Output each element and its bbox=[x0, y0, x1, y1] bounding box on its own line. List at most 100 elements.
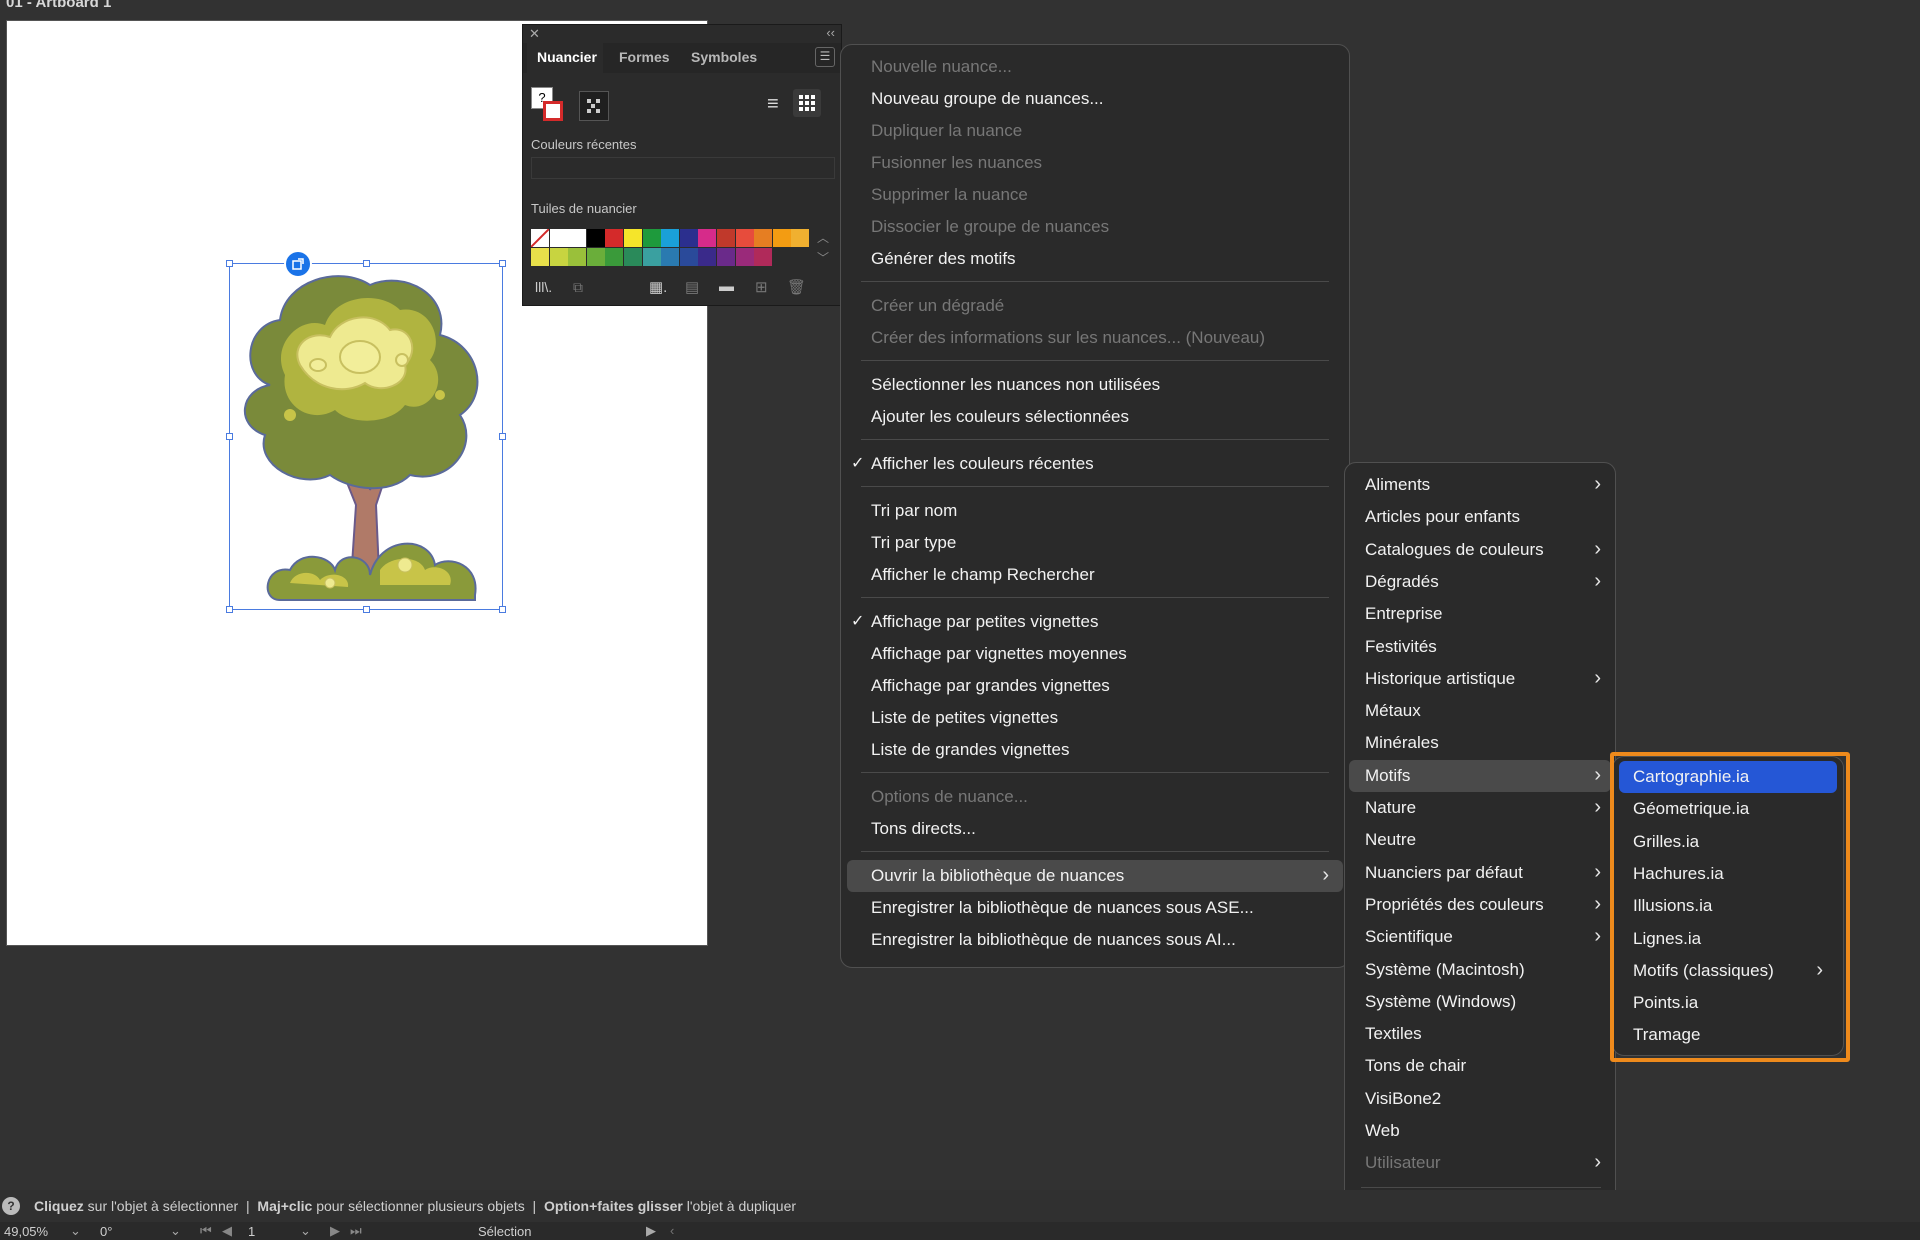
swatch-tile[interactable] bbox=[624, 229, 642, 247]
menu-item-systeme-macintosh[interactable]: Système (Macintosh) bbox=[1345, 954, 1615, 986]
swatch-tile[interactable] bbox=[549, 248, 568, 266]
swatch-none[interactable] bbox=[530, 228, 550, 248]
swatch-tile[interactable] bbox=[661, 229, 680, 247]
new-group-folder-icon[interactable]: ▬ bbox=[719, 278, 734, 295]
menu-item-nouveau-groupe-de-nuances[interactable]: Nouveau groupe de nuances... bbox=[841, 83, 1349, 115]
menu-item-scientifique[interactable]: Scientifique › bbox=[1345, 921, 1615, 953]
resize-handle[interactable] bbox=[363, 606, 370, 613]
menu-item-affichage-par-vignettes-moyennes[interactable]: Affichage par vignettes moyennes bbox=[841, 638, 1349, 670]
menu-item-articles-pour-enfants[interactable]: Articles pour enfants bbox=[1345, 501, 1615, 533]
menu-item-neutre[interactable]: Neutre bbox=[1345, 824, 1615, 856]
prev-artboard-icon[interactable]: ◀ bbox=[222, 1223, 232, 1239]
first-artboard-icon[interactable]: ⏮ bbox=[200, 1223, 212, 1239]
swatch-tile[interactable] bbox=[661, 248, 680, 266]
resize-handle[interactable] bbox=[226, 260, 233, 267]
resize-handle[interactable] bbox=[226, 433, 233, 440]
swatch-tile[interactable] bbox=[642, 229, 661, 247]
swatch-tile[interactable] bbox=[586, 248, 605, 266]
swatch-tile[interactable] bbox=[642, 248, 661, 266]
menu-item-proprietes-des-couleurs[interactable]: Propriétés des couleurs › bbox=[1345, 889, 1615, 921]
swatch-tile[interactable] bbox=[624, 248, 642, 266]
menu-item-afficher-les-couleurs-recentes[interactable]: ✓ Afficher les couleurs récentes bbox=[841, 448, 1349, 480]
menu-item-historique-artistique[interactable]: Historique artistique › bbox=[1345, 663, 1615, 695]
menu-item-degrades[interactable]: Dégradés › bbox=[1345, 566, 1615, 598]
swatch-tile[interactable] bbox=[531, 248, 549, 266]
menu-item-metaux[interactable]: Métaux bbox=[1345, 695, 1615, 727]
resize-handle[interactable] bbox=[499, 260, 506, 267]
zoom-field[interactable]: 49,05% bbox=[4, 1224, 48, 1239]
grid-view-icon[interactable] bbox=[793, 89, 821, 117]
menu-item-visibone2[interactable]: VisiBone2 bbox=[1345, 1083, 1615, 1115]
swatch-tile[interactable] bbox=[568, 248, 587, 266]
scroll-up-icon[interactable]: ︿ bbox=[817, 229, 829, 246]
collapse-icon[interactable]: ‹‹ bbox=[826, 25, 835, 40]
tab-formes[interactable]: Formes bbox=[619, 49, 670, 65]
menu-item-nature[interactable]: Nature › bbox=[1345, 792, 1615, 824]
swatch-tile[interactable] bbox=[698, 229, 717, 247]
swatch-tile[interactable] bbox=[549, 229, 568, 247]
artboard-number-field[interactable]: 1 bbox=[248, 1224, 255, 1239]
swatch-library-icon[interactable]: lll\. bbox=[535, 279, 552, 295]
menu-item-systeme-windows[interactable]: Système (Windows) bbox=[1345, 986, 1615, 1018]
swatch-tile[interactable] bbox=[568, 229, 587, 247]
panel-menu-icon[interactable]: ☰ bbox=[815, 47, 835, 67]
menu-item-afficher-le-champ-rechercher[interactable]: Afficher le champ Rechercher bbox=[841, 559, 1349, 591]
tool-menu-arrow-icon[interactable]: ▶ bbox=[646, 1223, 656, 1239]
swatch-tile[interactable] bbox=[586, 229, 605, 247]
menu-item-nuanciers-par-defaut[interactable]: Nuanciers par défaut › bbox=[1345, 857, 1615, 889]
menu-item-web[interactable]: Web bbox=[1345, 1115, 1615, 1147]
menu-item-generer-des-motifs[interactable]: Générer des motifs bbox=[841, 243, 1349, 275]
tab-nuancier[interactable]: Nuancier bbox=[537, 49, 597, 65]
rotation-dropdown-icon[interactable]: ⌄ bbox=[170, 1223, 181, 1239]
menu-item-enregistrer-la-bibliotheque-de-nuances-sous-ai[interactable]: Enregistrer la bibliothèque de nuances s… bbox=[841, 924, 1349, 956]
menu-item-aliments[interactable]: Aliments › bbox=[1345, 469, 1615, 501]
trash-icon[interactable]: 🗑 bbox=[787, 278, 806, 296]
menu-item-selectionner-les-nuances-non-utilisees[interactable]: Sélectionner les nuances non utilisées bbox=[841, 369, 1349, 401]
swatch-kind-icon[interactable] bbox=[579, 91, 609, 121]
menu-item-catalogues-de-couleurs[interactable]: Catalogues de couleurs › bbox=[1345, 534, 1615, 566]
resize-handle[interactable] bbox=[499, 433, 506, 440]
menu-item-liste-de-grandes-vignettes[interactable]: Liste de grandes vignettes bbox=[841, 734, 1349, 766]
help-icon[interactable]: ? bbox=[2, 1197, 20, 1215]
menu-item-affichage-par-grandes-vignettes[interactable]: Affichage par grandes vignettes bbox=[841, 670, 1349, 702]
menu-item-tri-par-type[interactable]: Tri par type bbox=[841, 527, 1349, 559]
menu-item-ajouter-les-couleurs-selectionnees[interactable]: Ajouter les couleurs sélectionnées bbox=[841, 401, 1349, 433]
menu-item-liste-de-petites-vignettes[interactable]: Liste de petites vignettes bbox=[841, 702, 1349, 734]
swatch-tile[interactable] bbox=[717, 248, 735, 266]
collapse-arrow-icon[interactable]: ‹ bbox=[670, 1223, 674, 1238]
menu-item-textiles[interactable]: Textiles bbox=[1345, 1018, 1615, 1050]
next-artboard-icon[interactable]: ▶ bbox=[330, 1223, 340, 1239]
swatch-tile[interactable] bbox=[791, 229, 810, 247]
menu-item-entreprise[interactable]: Entreprise bbox=[1345, 598, 1615, 630]
swatch-tile[interactable] bbox=[717, 229, 735, 247]
zoom-dropdown-icon[interactable]: ⌄ bbox=[70, 1223, 81, 1239]
rotation-field[interactable]: 0° bbox=[100, 1224, 112, 1239]
menu-item-minerales[interactable]: Minérales bbox=[1345, 727, 1615, 759]
menu-item-motifs[interactable]: Motifs › bbox=[1349, 759, 1611, 792]
tab-symboles[interactable]: Symboles bbox=[691, 49, 757, 65]
menu-item-enregistrer-la-bibliotheque-de-nuances-sous-ase[interactable]: Enregistrer la bibliothèque de nuances s… bbox=[841, 892, 1349, 924]
swatch-tile[interactable] bbox=[772, 229, 791, 247]
resize-handle[interactable] bbox=[226, 606, 233, 613]
list-view-icon[interactable]: ≡ bbox=[767, 93, 779, 116]
swatch-tile[interactable] bbox=[605, 229, 624, 247]
close-icon[interactable]: ✕ bbox=[529, 26, 540, 42]
menu-item-affichage-par-petites-vignettes[interactable]: ✓ Affichage par petites vignettes bbox=[841, 606, 1349, 638]
swatch-options-icon[interactable]: ▤ bbox=[685, 278, 699, 296]
menu-item-ouvrir-la-bibliotheque-de-nuances[interactable]: Ouvrir la bibliothèque de nuances › bbox=[847, 860, 1343, 892]
scroll-down-icon[interactable]: ﹀ bbox=[817, 249, 829, 266]
swatch-tile[interactable] bbox=[754, 248, 773, 266]
menu-item-festivites[interactable]: Festivités bbox=[1345, 631, 1615, 663]
quick-action-icon[interactable] bbox=[284, 250, 312, 278]
resize-handle[interactable] bbox=[499, 606, 506, 613]
menu-item-tons-de-chair[interactable]: Tons de chair bbox=[1345, 1050, 1615, 1082]
swatch-tile[interactable] bbox=[679, 229, 698, 247]
swatch-tile[interactable] bbox=[735, 229, 754, 247]
last-artboard-icon[interactable]: ⏭ bbox=[350, 1223, 362, 1239]
fill-stroke-icon[interactable]: ? bbox=[531, 87, 565, 123]
swatch-tile[interactable] bbox=[735, 248, 754, 266]
menu-item-tons-directs[interactable]: Tons directs... bbox=[841, 813, 1349, 845]
new-swatch-icon[interactable]: ⊞ bbox=[755, 278, 768, 296]
swatch-kind-menu-icon[interactable]: ▦. bbox=[649, 278, 667, 296]
swatch-tile[interactable] bbox=[698, 248, 717, 266]
